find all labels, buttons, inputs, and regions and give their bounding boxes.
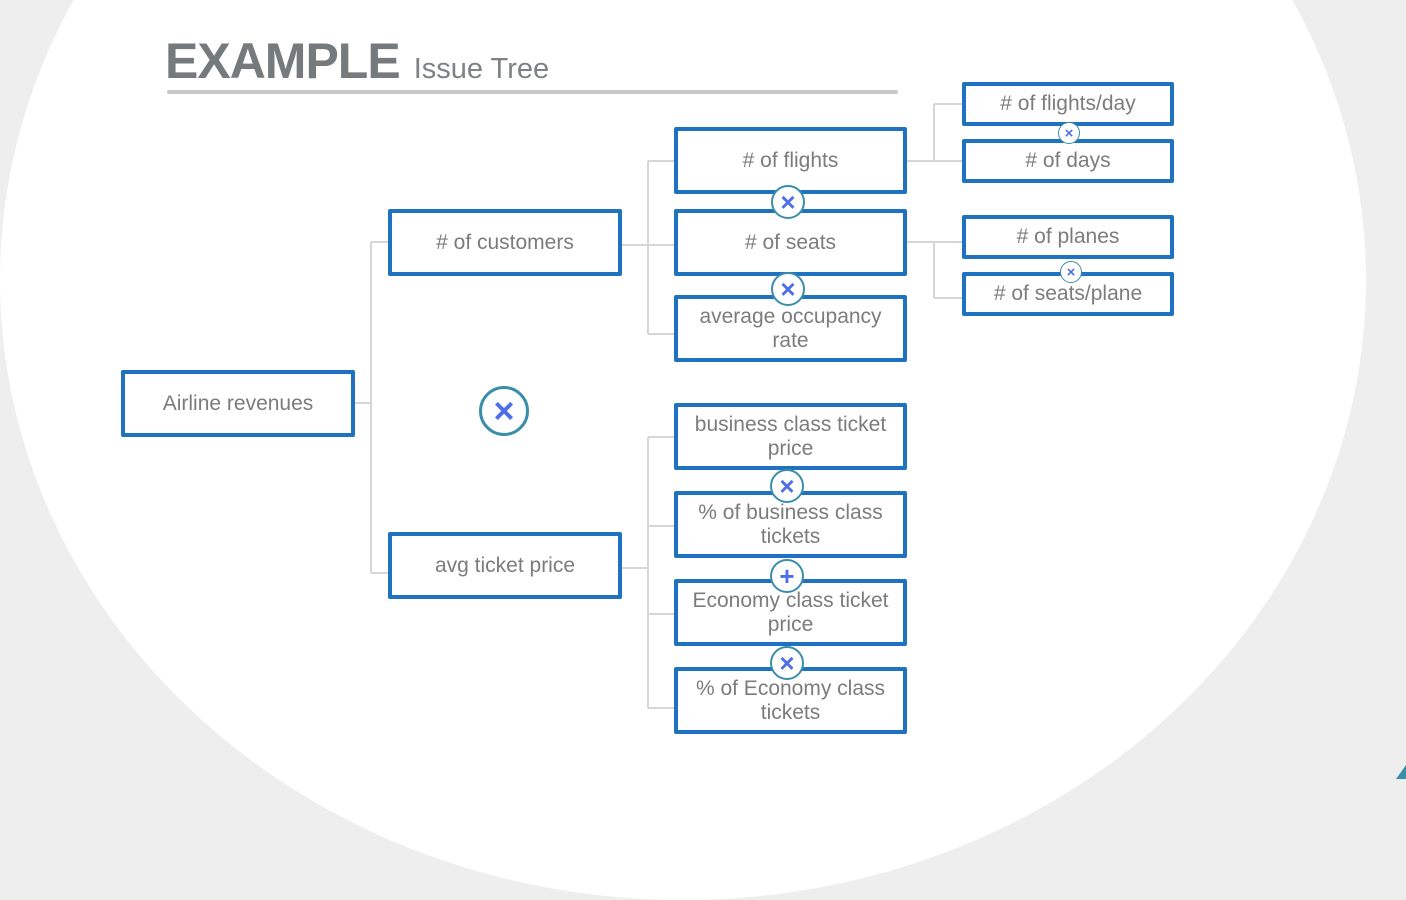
node-business-ticket-price[interactable]: business class ticket price bbox=[674, 403, 907, 470]
connector-ticket-price bbox=[621, 436, 675, 709]
connector-flights bbox=[906, 103, 963, 162]
multiply-operator-icon: × bbox=[770, 646, 804, 680]
multiply-operator-icon: × bbox=[771, 272, 805, 306]
node-planes[interactable]: # of planes bbox=[962, 215, 1174, 259]
node-flights[interactable]: # of flights bbox=[674, 127, 907, 194]
multiply-operator-icon: × bbox=[479, 386, 529, 436]
multiply-operator-icon: × bbox=[770, 469, 804, 503]
node-flights-per-day[interactable]: # of flights/day bbox=[962, 82, 1174, 126]
connector-customers bbox=[621, 160, 675, 335]
connector-seats bbox=[906, 241, 963, 299]
node-seats[interactable]: # of seats bbox=[674, 209, 907, 276]
plus-operator-icon: + bbox=[770, 559, 804, 593]
multiply-operator-icon: × bbox=[1058, 122, 1080, 144]
node-airline-revenues[interactable]: Airline revenues bbox=[121, 370, 355, 437]
node-avg-ticket-price[interactable]: avg ticket price bbox=[388, 532, 622, 599]
connector-root bbox=[354, 241, 389, 574]
node-customers[interactable]: # of customers bbox=[388, 209, 622, 276]
multiply-operator-icon: × bbox=[771, 185, 805, 219]
node-days[interactable]: # of days bbox=[962, 139, 1174, 183]
multiply-operator-icon: × bbox=[1060, 261, 1082, 283]
